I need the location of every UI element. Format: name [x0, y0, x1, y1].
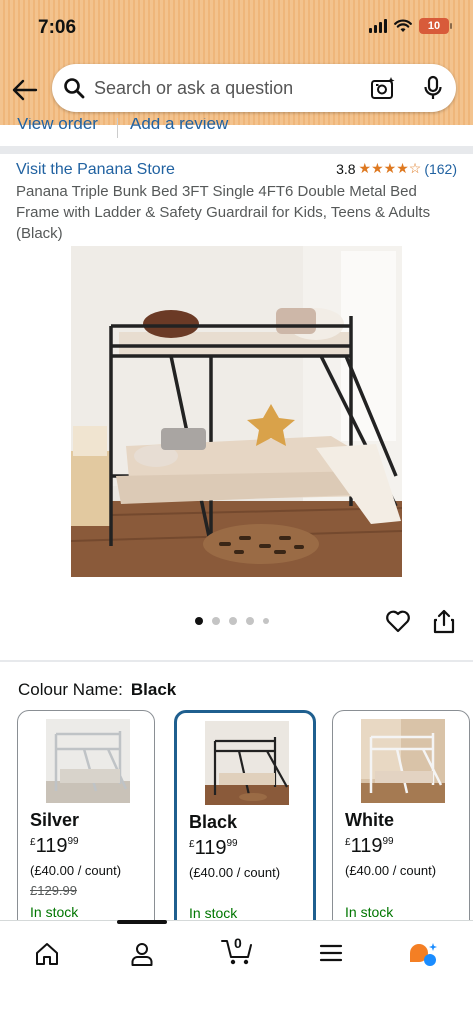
was-price: £129.99	[30, 883, 77, 898]
pager-dot[interactable]	[212, 617, 220, 625]
unit-price: (£40.00 / count)	[30, 863, 122, 878]
search-icon	[64, 78, 85, 99]
price-whole: 119	[35, 835, 68, 857]
link-separator	[117, 118, 118, 138]
silver-bed-thumbnail	[46, 719, 130, 803]
section-divider	[0, 146, 473, 154]
price-currency: £	[345, 837, 351, 848]
option-price: £11999	[30, 835, 79, 858]
colour-selector-label: Colour Name: Black	[18, 680, 176, 700]
colour-option-silver[interactable]: Silver £11999 (£40.00 / count) £129.99 I…	[17, 710, 155, 952]
back-arrow-icon[interactable]	[10, 76, 40, 104]
price-fraction: 99	[67, 836, 79, 847]
heart-icon[interactable]	[385, 608, 411, 634]
view-order-link[interactable]: View order	[17, 118, 98, 134]
account-icon[interactable]	[130, 941, 154, 967]
option-name: White	[345, 810, 394, 830]
colour-option-white[interactable]: White £11999 (£40.00 / count) In stock	[332, 710, 470, 952]
cellular-signal-icon	[369, 19, 387, 33]
price-fraction: 99	[226, 838, 238, 849]
cart-button[interactable]: 0	[220, 933, 254, 967]
pager-dot[interactable]	[263, 618, 269, 624]
product-image[interactable]	[71, 246, 402, 577]
option-name: Silver	[30, 810, 80, 830]
microphone-icon[interactable]	[422, 75, 444, 101]
bottom-nav: 0	[0, 920, 473, 1025]
image-pager[interactable]	[195, 617, 269, 625]
menu-icon[interactable]	[319, 941, 343, 965]
rating-count[interactable]: (162)	[424, 161, 457, 177]
store-link[interactable]: Visit the Panana Store	[16, 161, 175, 179]
price-whole: 119	[194, 837, 227, 859]
wifi-icon	[394, 19, 412, 32]
search-input[interactable]: Search or ask a question	[94, 78, 293, 99]
price-currency: £	[189, 839, 195, 850]
unit-price: (£40.00 / count)	[189, 865, 281, 880]
rating-value: 3.8	[336, 160, 356, 177]
pager-dot[interactable]	[246, 617, 254, 625]
price-whole: 119	[350, 835, 383, 857]
unit-price: (£40.00 / count)	[345, 863, 437, 878]
colour-label: Colour Name:	[18, 680, 123, 699]
rating-summary[interactable]: 3.8 ★★★★☆ (162)	[336, 160, 457, 177]
option-price: £11999	[189, 837, 238, 860]
selected-colour: Black	[130, 680, 177, 699]
active-tab-indicator	[117, 920, 167, 924]
star-rating-icon: ★★★★☆	[358, 160, 422, 176]
order-links: View order Add a review	[0, 118, 473, 144]
pager-dot[interactable]	[229, 617, 237, 625]
pager-dot[interactable]	[195, 617, 203, 625]
camera-search-icon[interactable]	[370, 76, 396, 102]
battery-indicator: 10	[419, 18, 452, 34]
stock-status: In stock	[189, 905, 238, 921]
product-title: Panana Triple Bunk Bed 3FT Single 4FT6 D…	[16, 183, 431, 242]
section-divider	[0, 660, 473, 662]
status-time: 7:06	[38, 17, 77, 38]
white-bed-thumbnail	[361, 719, 445, 803]
cart-count: 0	[234, 935, 242, 951]
stock-status: In stock	[30, 904, 79, 920]
black-bed-thumbnail	[205, 721, 289, 805]
search-bar[interactable]: Search or ask a question	[52, 64, 456, 112]
option-price: £11999	[345, 835, 394, 858]
add-review-link[interactable]: Add a review	[130, 118, 228, 134]
stock-status: In stock	[345, 904, 394, 920]
status-icons: 10	[369, 18, 452, 34]
rufus-assistant-icon[interactable]	[408, 941, 438, 969]
option-name: Black	[189, 812, 238, 832]
price-fraction: 99	[382, 836, 394, 847]
share-icon[interactable]	[432, 608, 456, 634]
home-icon[interactable]	[34, 941, 60, 967]
price-currency: £	[30, 837, 36, 848]
